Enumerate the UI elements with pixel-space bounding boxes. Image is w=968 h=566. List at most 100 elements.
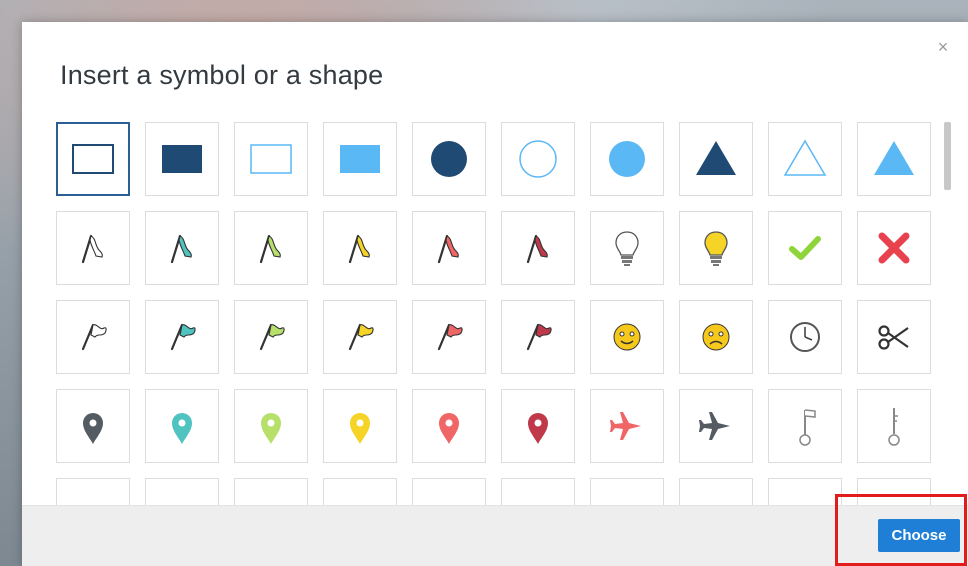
key-icon xyxy=(888,408,900,446)
symbol-tile[interactable] xyxy=(56,122,130,196)
symbol-tile[interactable] xyxy=(145,300,219,374)
symbol-tile[interactable] xyxy=(412,300,486,374)
symbol-tile[interactable] xyxy=(857,389,931,463)
flag-white-icon xyxy=(81,234,103,264)
symbol-tile[interactable] xyxy=(590,122,664,196)
symbol-tile[interactable] xyxy=(56,478,130,506)
triangle-sky-icon xyxy=(874,141,914,175)
symbol-tile[interactable] xyxy=(679,478,753,506)
clock-icon xyxy=(790,322,820,352)
checkmark-icon xyxy=(789,236,821,260)
symbol-tile[interactable] xyxy=(234,211,308,285)
hourglass-coral-icon xyxy=(425,491,473,506)
rectangle-outline-icon xyxy=(72,144,114,174)
map-pin-lime-icon xyxy=(261,413,281,444)
flag-crimson-icon xyxy=(526,234,548,264)
symbol-tile[interactable] xyxy=(323,211,397,285)
rectangle-outline-blue-icon xyxy=(250,144,292,174)
lightbulb-on-icon xyxy=(704,231,728,266)
map-pin-yellow-icon xyxy=(350,413,370,444)
symbol-tile[interactable] xyxy=(323,389,397,463)
symbol-tile[interactable] xyxy=(768,211,842,285)
key-flag-icon xyxy=(799,409,816,446)
flag-teal-icon xyxy=(170,234,192,264)
dialog-title: Insert a symbol or a shape xyxy=(60,60,384,90)
smiley-sad-icon xyxy=(702,323,730,351)
flag-wave-teal-icon xyxy=(170,323,196,351)
symbol-tile[interactable] xyxy=(145,122,219,196)
symbol-tile[interactable] xyxy=(501,300,575,374)
symbol-tile[interactable] xyxy=(323,122,397,196)
symbol-tile[interactable] xyxy=(857,211,931,285)
symbol-tile[interactable] xyxy=(501,122,575,196)
map-pin-teal-icon xyxy=(172,413,192,444)
circle-navy-icon xyxy=(431,141,467,177)
hourglass-teal-icon xyxy=(158,491,206,506)
map-pin-crimson-icon xyxy=(528,413,548,444)
hourglass-lime-icon xyxy=(247,491,295,506)
hourglass-yellow-icon xyxy=(336,491,384,506)
symbol-tile[interactable] xyxy=(679,389,753,463)
symbol-tile[interactable] xyxy=(412,122,486,196)
symbol-tile[interactable] xyxy=(234,300,308,374)
cross-icon xyxy=(878,232,910,264)
hand-orange-icon xyxy=(870,491,918,506)
symbol-tile[interactable] xyxy=(501,389,575,463)
symbol-tile[interactable] xyxy=(857,122,931,196)
symbol-tile[interactable] xyxy=(145,389,219,463)
symbol-tile[interactable] xyxy=(590,389,664,463)
flag-wave-crimson-icon xyxy=(526,323,552,351)
circle-outline-blue-icon xyxy=(519,140,557,178)
hand-point-icon xyxy=(603,491,651,506)
flag-yellow-icon xyxy=(348,234,370,264)
flag-wave-yellow-icon xyxy=(348,323,374,351)
symbol-tile[interactable] xyxy=(234,478,308,506)
airplane-coral-icon xyxy=(610,412,641,440)
scissors-icon xyxy=(878,325,909,350)
symbol-tile[interactable] xyxy=(768,478,842,506)
symbol-tile[interactable] xyxy=(145,478,219,506)
hourglass-gray-icon xyxy=(69,491,117,506)
symbol-tile[interactable] xyxy=(234,389,308,463)
symbol-tile[interactable] xyxy=(679,300,753,374)
symbol-tile[interactable] xyxy=(501,478,575,506)
choose-button[interactable]: Choose xyxy=(878,519,960,552)
close-icon[interactable]: × xyxy=(934,38,952,56)
symbol-tile[interactable] xyxy=(679,211,753,285)
smiley-happy-icon xyxy=(613,323,641,351)
symbol-tile[interactable] xyxy=(857,300,931,374)
flag-wave-white-icon xyxy=(81,323,107,351)
flag-wave-lime-icon xyxy=(259,323,285,351)
symbol-tile[interactable] xyxy=(679,122,753,196)
symbol-tile[interactable] xyxy=(323,300,397,374)
hand-thumb-icon xyxy=(692,491,740,506)
symbol-tile[interactable] xyxy=(590,478,664,506)
symbol-tile[interactable] xyxy=(501,211,575,285)
symbol-tile[interactable] xyxy=(768,300,842,374)
flag-lime-icon xyxy=(259,234,281,264)
triangle-navy-icon xyxy=(696,141,736,175)
rectangle-navy-icon xyxy=(162,145,202,173)
symbol-tile[interactable] xyxy=(234,122,308,196)
insert-symbol-dialog: × Insert a symbol or a shape Choose xyxy=(22,22,968,566)
symbol-tile[interactable] xyxy=(768,122,842,196)
grid-scrollbar[interactable] xyxy=(944,122,951,190)
symbol-tile[interactable] xyxy=(412,211,486,285)
hand-yellow-icon xyxy=(781,491,829,506)
symbol-tile[interactable] xyxy=(768,389,842,463)
triangle-outline-blue-icon xyxy=(783,139,827,176)
rectangle-sky-icon xyxy=(340,145,380,173)
symbol-tile[interactable] xyxy=(412,478,486,506)
symbol-tile[interactable] xyxy=(412,389,486,463)
airplane-gray-icon xyxy=(699,412,730,440)
symbol-tile[interactable] xyxy=(56,300,130,374)
map-pin-gray-icon xyxy=(83,413,103,444)
symbol-tile[interactable] xyxy=(56,389,130,463)
dialog-footer: Choose xyxy=(22,505,968,566)
symbol-tile[interactable] xyxy=(857,478,931,506)
symbol-tile[interactable] xyxy=(590,211,664,285)
symbol-tile[interactable] xyxy=(56,211,130,285)
symbol-tile[interactable] xyxy=(590,300,664,374)
symbol-tile[interactable] xyxy=(323,478,397,506)
symbol-tile[interactable] xyxy=(145,211,219,285)
